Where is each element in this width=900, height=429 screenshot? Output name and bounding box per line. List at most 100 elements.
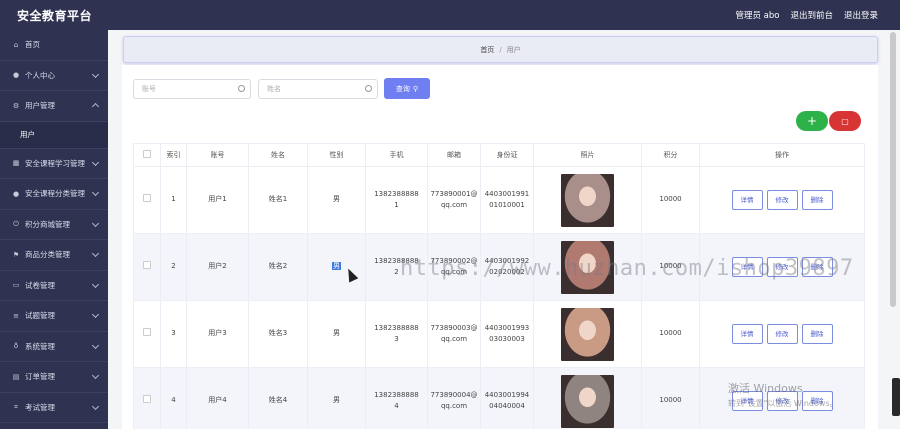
email-line-2: qq.com xyxy=(440,402,468,410)
sidebar-subitem-user[interactable]: 用户 xyxy=(0,121,108,149)
id-line-1: 4403001991 xyxy=(484,189,530,198)
sidebar-item-label: 系统管理 xyxy=(25,341,55,351)
gender-cell: 男 xyxy=(307,233,366,301)
name-search-input[interactable]: 姓名 xyxy=(258,79,378,99)
search-icon: ⚲ xyxy=(412,84,419,93)
account-placeholder: 账号 xyxy=(142,85,156,93)
email-cell: 773890004@ qq.com xyxy=(427,367,481,429)
select-all-checkbox[interactable] xyxy=(143,150,151,158)
table-row: 1 用户1 姓名1 男 1382388888 1 773890001@ qq.com 44030… xyxy=(133,166,865,234)
column-header: 身份证 xyxy=(480,143,534,167)
index-cell: 1 xyxy=(160,166,187,234)
phone-line-2: 2 xyxy=(394,268,399,276)
points-cell: 10000 xyxy=(641,300,700,368)
gender-value: 男 xyxy=(333,195,340,204)
chevron-down-icon xyxy=(91,158,100,166)
sidebar-item-4[interactable]: ● 安全课程分类管理 xyxy=(0,179,108,210)
row-actions: 详情 修改 删除 xyxy=(700,324,864,344)
row-checkbox-cell[interactable] xyxy=(133,233,161,301)
logout-link[interactable]: 退出登录 xyxy=(844,9,878,21)
sidebar-item-0[interactable]: ⌂ 首页 xyxy=(0,30,108,61)
user-photo xyxy=(561,374,614,428)
detail-button[interactable]: 详情 xyxy=(731,190,763,210)
column-header: 账号 xyxy=(186,143,249,167)
delete-button[interactable]: 删除 xyxy=(801,324,833,344)
delete-button[interactable]: 删除 xyxy=(801,190,833,210)
row-checkbox[interactable] xyxy=(143,193,151,202)
breadcrumb-home[interactable]: 首页 xyxy=(480,45,494,55)
name-cell: 姓名1 xyxy=(248,166,308,234)
app-title: 安全教育平台 xyxy=(17,9,93,23)
email-cell: 773890003@ qq.com xyxy=(427,300,481,368)
phone-line-2: 4 xyxy=(394,402,399,410)
search-icon xyxy=(238,85,245,92)
sidebar-item-3[interactable]: ▦ 安全课程学习管理 xyxy=(0,149,108,179)
column-header: 性别 xyxy=(307,143,366,167)
query-button[interactable]: 查询 ⚲ xyxy=(384,78,430,99)
index-cell: 3 xyxy=(160,300,187,368)
email-line-1: 773890004@ xyxy=(430,390,478,399)
trash-icon: ▢ xyxy=(841,116,849,126)
back-to-front-link[interactable]: 退出到前台 xyxy=(790,9,833,21)
account-search-input[interactable]: 账号 xyxy=(133,79,251,99)
content-panel: 账号 姓名 查询 ⚲ + ▢ 索引 账号 姓名 性别 手机 邮箱 身份证 照片 积分 操作 1 用户… xyxy=(122,65,878,429)
table-row: 3 用户3 姓名3 男 1382388888 3 773890003@ qq.com 44030… xyxy=(133,300,865,368)
row-checkbox[interactable] xyxy=(143,260,151,269)
row-checkbox-cell[interactable] xyxy=(133,166,161,234)
sidebar-item-label: 订单管理 xyxy=(25,372,55,382)
account-cell: 用户4 xyxy=(186,367,249,429)
photo-cell xyxy=(533,367,642,429)
name-cell: 姓名2 xyxy=(248,233,308,301)
edit-button[interactable]: 修改 xyxy=(766,190,798,210)
sidebar-item-11[interactable]: ⌗ 考试管理 xyxy=(0,393,108,423)
power-icon: ⏻ xyxy=(13,219,19,228)
activation-line-2: 转到"设置"以激活 Windows。 xyxy=(728,399,838,408)
row-actions: 详情 修改 删除 xyxy=(700,190,864,210)
doc-icon: ▤ xyxy=(12,372,20,381)
photo-cell xyxy=(533,300,642,368)
header-actions: 管理员 abo 退出到前台 退出登录 xyxy=(735,9,878,21)
column-header: 积分 xyxy=(641,143,700,167)
row-checkbox-cell[interactable] xyxy=(133,367,161,429)
sidebar-item-10[interactable]: ▤ 订单管理 xyxy=(0,362,108,393)
user-photo xyxy=(561,307,614,361)
actions-cell: 详情 修改 删除 xyxy=(699,166,865,234)
column-header: 索引 xyxy=(160,143,187,167)
add-button[interactable]: + xyxy=(796,111,828,131)
vertical-scrollbar[interactable] xyxy=(890,32,896,307)
row-checkbox[interactable] xyxy=(143,394,151,403)
settings-icon: ⚙ xyxy=(12,101,20,110)
phone-line-1: 1382388888 xyxy=(374,323,419,332)
phone-line-2: 3 xyxy=(394,335,399,343)
sidebar-item-label: 试卷管理 xyxy=(25,280,55,290)
table-icon: ▦ xyxy=(12,159,20,168)
chevron-down-icon xyxy=(91,70,100,78)
activation-line-1: 激活 Windows xyxy=(728,382,803,395)
sidebar-item-5[interactable]: ⏻ 积分商城管理 xyxy=(0,210,108,240)
sidebar-item-7[interactable]: ▭ 试卷管理 xyxy=(0,271,108,301)
detail-button[interactable]: 详情 xyxy=(731,324,763,344)
select-all-checkbox-cell[interactable] xyxy=(133,143,161,167)
sidebar-item-1[interactable]: ● 个人中心 xyxy=(0,61,108,91)
photo-cell xyxy=(533,166,642,234)
phone-line-1: 1382388888 xyxy=(374,390,419,399)
edit-button[interactable]: 修改 xyxy=(766,324,798,344)
gender-value: 男 xyxy=(333,396,340,405)
batch-delete-button[interactable]: ▢ xyxy=(829,111,861,131)
gender-cell: 男 xyxy=(307,300,366,368)
bulb-icon: ♁ xyxy=(13,342,19,351)
sidebar-item-label: 试题管理 xyxy=(25,311,55,321)
name-placeholder: 姓名 xyxy=(267,85,281,93)
chevron-down-icon xyxy=(91,249,100,258)
id-card-cell: 4403001993 03030003 xyxy=(480,300,534,368)
watermark: https://www.huzhan.com/ishop39897 xyxy=(400,256,854,281)
sidebar-item-9[interactable]: ♁ 系统管理 xyxy=(0,332,108,362)
user-icon: ● xyxy=(12,189,20,198)
row-checkbox[interactable] xyxy=(143,327,151,336)
sidebar-item-6[interactable]: ⚑ 商品分类管理 xyxy=(0,240,108,271)
chevron-down-icon xyxy=(91,188,100,197)
chevron-down-icon xyxy=(91,219,100,227)
sidebar-item-8[interactable]: ≡ 试题管理 xyxy=(0,301,108,332)
sidebar-item-2[interactable]: ⚙ 用户管理 xyxy=(0,91,108,122)
row-checkbox-cell[interactable] xyxy=(133,300,161,368)
